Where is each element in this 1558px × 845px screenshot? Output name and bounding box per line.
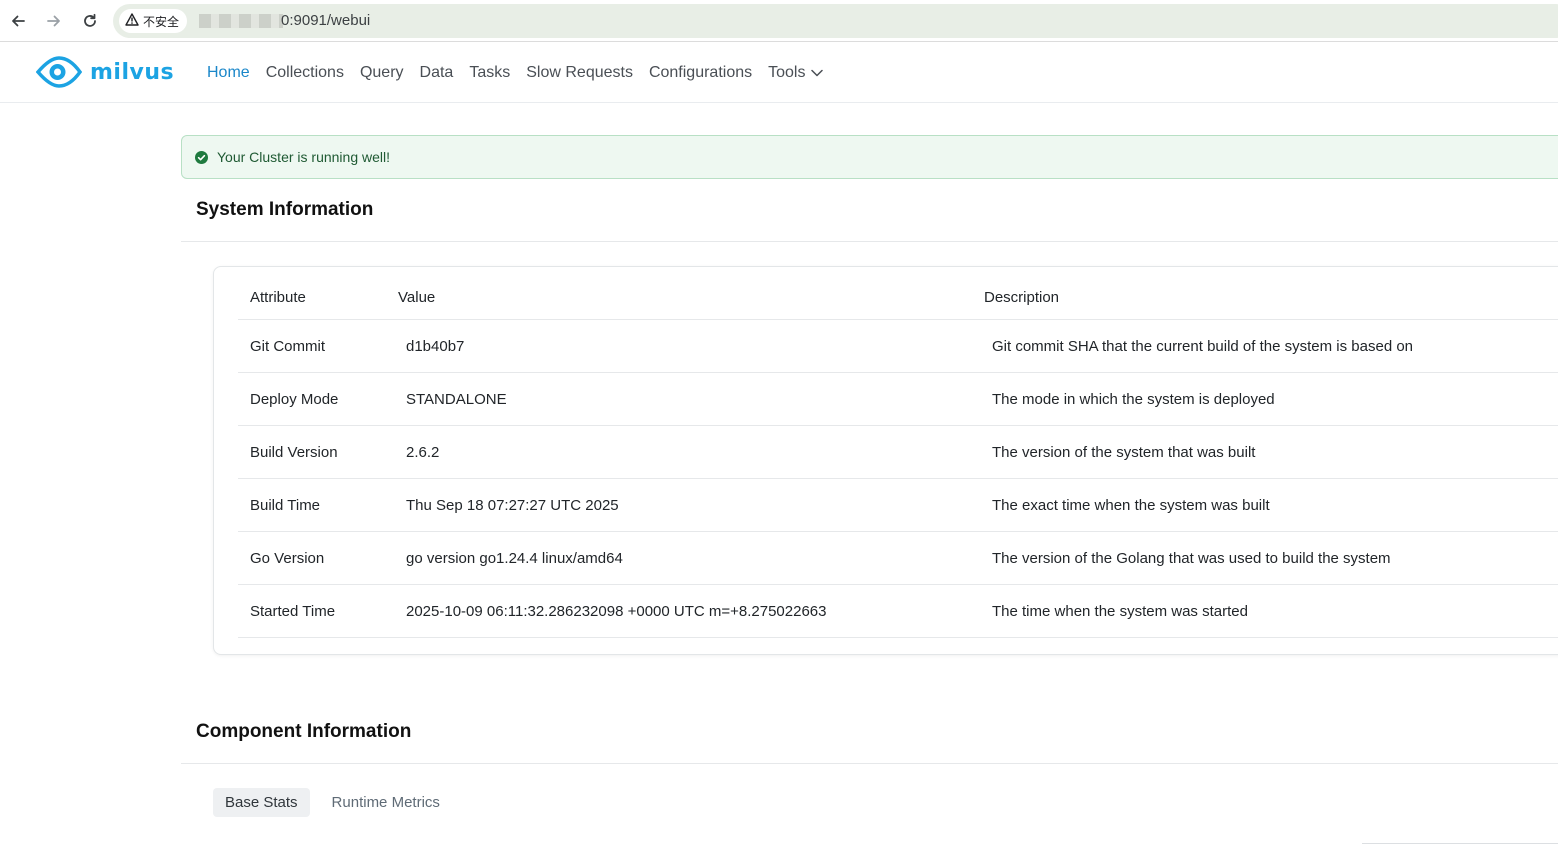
system-information-title: System Information — [196, 199, 374, 220]
app-header: milvus Home Collections Query Data Tasks… — [0, 43, 1558, 103]
section-divider — [181, 763, 1558, 764]
nav-tools-label: Tools — [768, 64, 806, 81]
browser-toolbar: 不安全 0:9091/webui — [0, 0, 1558, 42]
table-row: Deploy Mode STANDALONE The mode in which… — [238, 373, 1558, 426]
redacted-host — [199, 14, 283, 28]
milvus-eye-icon — [36, 56, 82, 88]
row-attribute: Started Time — [250, 603, 336, 620]
logo-text: milvus — [90, 59, 175, 85]
divider — [1362, 843, 1558, 844]
row-description: The exact time when the system was built — [992, 497, 1270, 514]
section-divider — [181, 241, 1558, 242]
nav-slow-requests[interactable]: Slow Requests — [526, 64, 633, 82]
table-header: Attribute Value Description — [238, 267, 1558, 320]
nav-home[interactable]: Home — [207, 64, 250, 82]
row-description: The time when the system was started — [992, 603, 1248, 620]
back-arrow-icon[interactable] — [7, 10, 29, 32]
table-row: Build Time Thu Sep 18 07:27:27 UTC 2025 … — [238, 479, 1558, 532]
header-value: Value — [398, 289, 436, 306]
chevron-down-icon — [811, 69, 824, 77]
row-value: 2.6.2 — [406, 444, 440, 461]
row-attribute: Build Time — [250, 497, 321, 514]
component-information-title: Component Information — [196, 721, 412, 742]
nav-tools-dropdown[interactable]: Tools — [768, 64, 824, 82]
cluster-status-alert: Your Cluster is running well! — [181, 135, 1558, 179]
header-description: Description — [984, 289, 1060, 306]
row-attribute: Build Version — [250, 444, 338, 461]
table-row: Started Time 2025-10-09 06:11:32.2862320… — [238, 585, 1558, 638]
row-value: d1b40b7 — [406, 338, 465, 355]
security-label: 不安全 — [143, 14, 180, 29]
table-row: Go Version go version go1.24.4 linux/amd… — [238, 532, 1558, 585]
table-row: Build Version 2.6.2 The version of the s… — [238, 426, 1558, 479]
url-text[interactable]: 0:9091/webui — [281, 12, 370, 29]
warning-triangle-icon — [125, 13, 139, 29]
row-description: The version of the system that was built — [992, 444, 1256, 461]
tab-runtime-metrics[interactable]: Runtime Metrics — [320, 788, 452, 817]
milvus-logo[interactable]: milvus — [36, 55, 174, 89]
nav-data[interactable]: Data — [420, 64, 454, 82]
row-description: The version of the Golang that was used … — [992, 550, 1391, 567]
header-attribute: Attribute — [250, 289, 306, 306]
nav-query[interactable]: Query — [360, 64, 404, 82]
tab-base-stats[interactable]: Base Stats — [213, 788, 310, 817]
row-attribute: Go Version — [250, 550, 325, 567]
forward-arrow-icon[interactable] — [43, 10, 65, 32]
row-value: STANDALONE — [406, 391, 507, 408]
reload-icon[interactable] — [79, 10, 101, 32]
main-nav: Home Collections Query Data Tasks Slow R… — [207, 64, 824, 82]
nav-collections[interactable]: Collections — [266, 64, 344, 82]
table-row: Git Commit d1b40b7 Git commit SHA that t… — [238, 320, 1558, 373]
row-attribute: Deploy Mode — [250, 391, 339, 408]
row-value: Thu Sep 18 07:27:27 UTC 2025 — [406, 497, 619, 514]
nav-configurations[interactable]: Configurations — [649, 64, 752, 82]
row-description: The mode in which the system is deployed — [992, 391, 1275, 408]
alert-message: Your Cluster is running well! — [217, 149, 391, 165]
row-value: 2025-10-09 06:11:32.286232098 +0000 UTC … — [406, 603, 827, 620]
check-circle-icon — [195, 150, 208, 164]
component-tabs: Base Stats Runtime Metrics — [213, 788, 452, 817]
address-bar[interactable]: 不安全 0:9091/webui — [113, 4, 1558, 38]
row-value: go version go1.24.4 linux/amd64 — [406, 550, 623, 567]
nav-tasks[interactable]: Tasks — [469, 64, 510, 82]
system-info-table: Attribute Value Description Git Commit d… — [213, 266, 1558, 655]
row-attribute: Git Commit — [250, 338, 325, 355]
row-description: Git commit SHA that the current build of… — [992, 338, 1414, 355]
security-indicator[interactable]: 不安全 — [119, 9, 188, 33]
